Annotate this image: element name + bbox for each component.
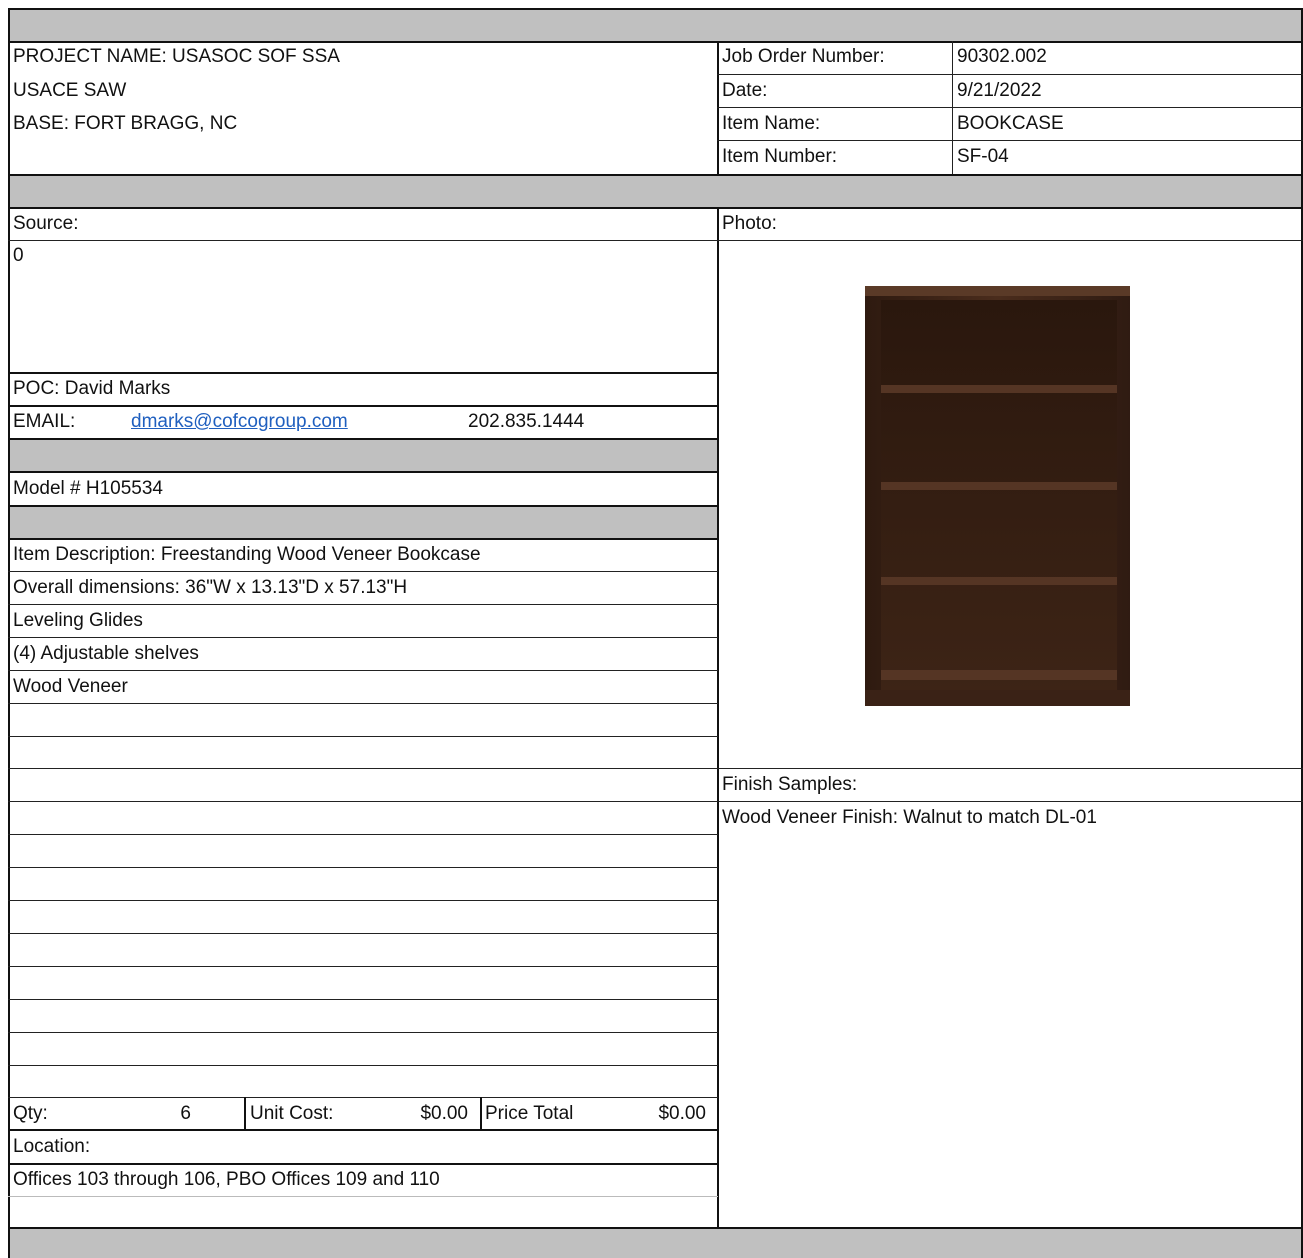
qty-label: Qty: [13,1103,48,1124]
bookcase-top [865,286,1130,296]
rule [8,174,1303,176]
price-divider [244,1097,246,1130]
bookcase-interior [881,300,1117,692]
location-value: Offices 103 through 106, PBO Offices 109… [13,1169,440,1190]
rule [8,405,718,407]
item-name-value: BOOKCASE [957,113,1064,134]
bottom-gray-bar [8,1228,1303,1258]
gray-bar-4 [8,505,718,538]
rule [8,703,718,704]
rule [8,471,718,473]
shelf [881,482,1117,490]
rule [717,140,1303,141]
project-name: PROJECT NAME: USASOC SOF SSA [13,46,340,67]
rule [8,240,1303,241]
rule [8,571,718,572]
description-line: (4) Adjustable shelves [13,643,199,664]
bookcase-base [865,690,1130,706]
rule [8,1032,718,1033]
rule [8,867,718,868]
rule [8,1227,1303,1229]
job-order-label: Job Order Number: [722,46,885,67]
rule [717,74,1303,75]
top-border [8,8,1303,10]
rule [8,505,718,507]
shelf [881,385,1117,393]
rule [8,207,1303,209]
bookcase-image [865,286,1130,706]
left-border [8,8,10,1258]
rule [8,372,718,374]
price-total-value: $0.00 [658,1103,706,1124]
rule [8,1097,718,1098]
price-total-label: Price Total [485,1103,574,1124]
source-label: Source: [13,213,79,234]
qty-value: 6 [180,1103,191,1124]
rule [8,834,718,835]
center-divider [717,207,719,1228]
item-number-value: SF-04 [957,146,1009,167]
unit-cost-value: $0.00 [420,1103,468,1124]
description-line: Leveling Glides [13,610,143,631]
rule [8,41,1303,43]
rule [8,768,1303,769]
rule [717,107,1303,108]
finish-samples-label: Finish Samples: [722,774,858,795]
gray-bar-3 [8,438,718,471]
rule [8,801,1303,802]
source-value: 0 [13,245,24,266]
email-link[interactable]: dmarks@cofcogroup.com [131,411,348,433]
rule [8,538,718,540]
model-number: Model # H105534 [13,478,163,499]
item-name-label: Item Name: [722,113,821,134]
base-label: BASE: FORT BRAGG, NC [13,113,238,134]
unit-cost-label: Unit Cost: [250,1103,334,1124]
date-label: Date: [722,80,768,101]
gray-bar-2 [8,174,1303,207]
location-label: Location: [13,1136,91,1157]
date-value: 9/21/2022 [957,80,1042,101]
item-number-label: Item Number: [722,146,838,167]
rule [8,736,718,737]
shelf [881,577,1117,585]
rule [8,966,718,967]
rule [8,999,718,1000]
rule [8,1163,718,1165]
job-order-value: 90302.002 [957,46,1047,67]
price-divider [480,1097,482,1130]
poc-label: POC: David Marks [13,378,171,399]
top-gray-bar [8,8,1303,41]
usace-label: USACE SAW [13,80,127,101]
email-label: EMAIL: [13,411,76,432]
rule [8,438,718,440]
rule [8,900,718,901]
rule [8,1129,718,1131]
finish-samples-value: Wood Veneer Finish: Walnut to match DL-0… [722,807,1097,828]
rule [8,1065,718,1066]
rule [8,1196,718,1197]
shelf [881,670,1117,680]
photo-label: Photo: [722,213,777,234]
description-line: Overall dimensions: 36"W x 13.13"D x 57.… [13,577,408,598]
rule [8,933,718,934]
rule [8,604,718,605]
rule [8,637,718,638]
description-line: Item Description: Freestanding Wood Vene… [13,544,481,565]
rule [8,670,718,671]
phone-number: 202.835.1444 [468,411,585,432]
description-line: Wood Veneer [13,676,128,697]
